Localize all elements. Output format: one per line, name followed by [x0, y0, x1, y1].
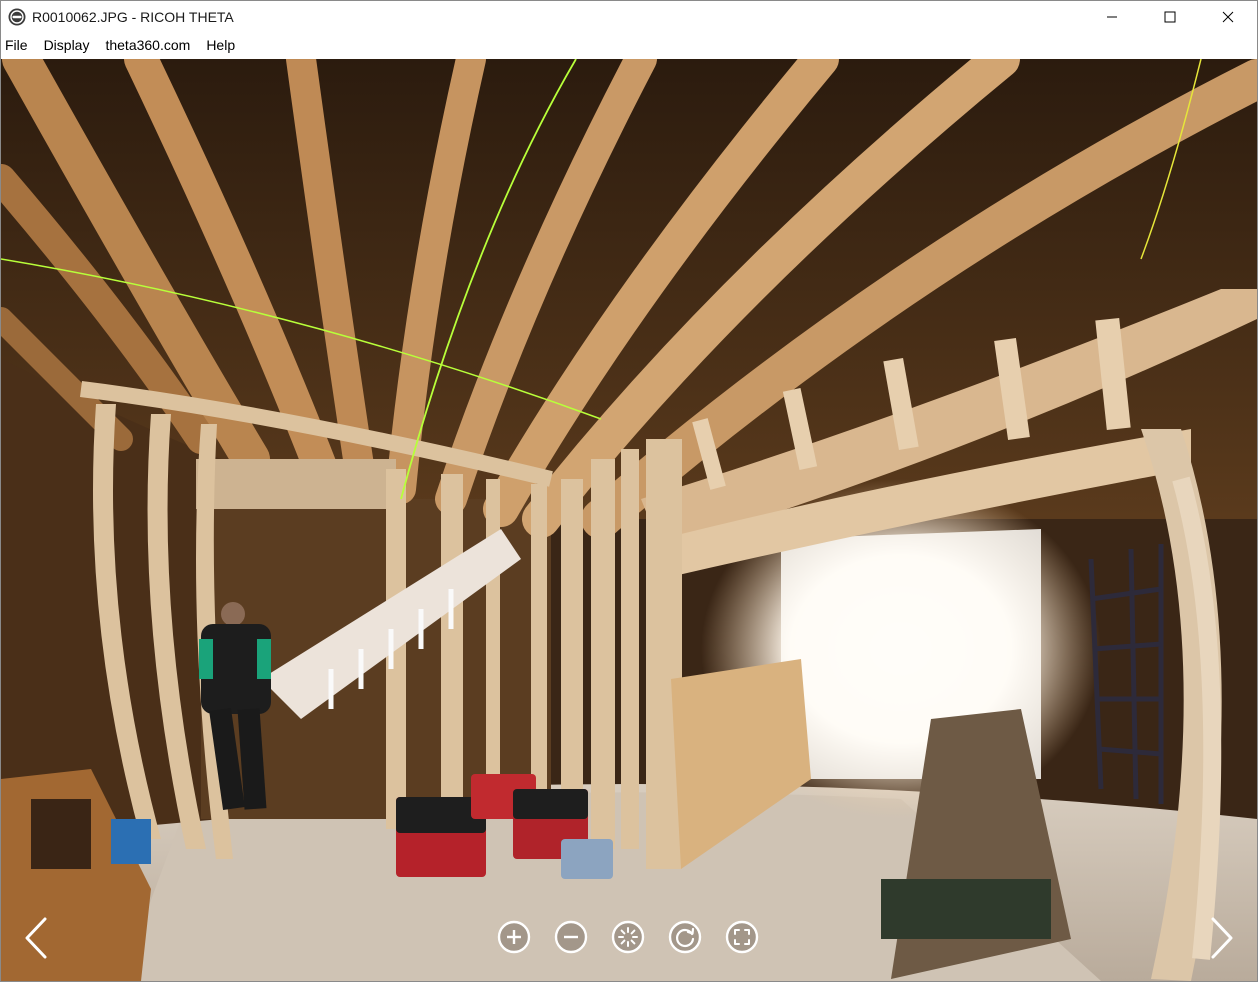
panorama-image[interactable] [1, 59, 1257, 981]
zoom-in-icon [497, 920, 531, 954]
app-window: R0010062.JPG - RICOH THETA File Display … [0, 0, 1258, 982]
viewer-toolbar [497, 920, 759, 956]
auto-rotate-icon [611, 920, 645, 954]
zoom-in-button[interactable] [497, 920, 531, 954]
minimize-icon [1107, 16, 1117, 17]
zoom-out-icon [554, 920, 588, 954]
chevron-right-icon [1211, 917, 1233, 959]
window-title: R0010062.JPG - RICOH THETA [32, 8, 234, 25]
title-bar[interactable]: R0010062.JPG - RICOH THETA [1, 1, 1257, 32]
maximize-icon [1164, 11, 1176, 22]
menu-help[interactable]: Help [198, 32, 243, 59]
close-button[interactable] [1199, 1, 1257, 32]
rotate-icon [668, 920, 702, 954]
fullscreen-button[interactable] [725, 920, 759, 954]
rotate-button[interactable] [668, 920, 702, 954]
close-icon [1222, 11, 1234, 22]
window-controls [1083, 1, 1257, 32]
menu-theta360[interactable]: theta360.com [97, 32, 198, 59]
auto-rotate-button[interactable] [611, 920, 645, 954]
fullscreen-icon [725, 920, 759, 954]
chevron-left-icon [25, 917, 47, 959]
maximize-button[interactable] [1141, 1, 1199, 32]
minimize-button[interactable] [1083, 1, 1141, 32]
next-image-button[interactable] [1207, 915, 1237, 961]
menu-file[interactable]: File [1, 32, 36, 59]
menu-display[interactable]: Display [36, 32, 98, 59]
previous-image-button[interactable] [21, 915, 51, 961]
zoom-out-button[interactable] [554, 920, 588, 954]
panorama-viewer[interactable] [1, 59, 1257, 981]
ricoh-theta-icon [8, 8, 26, 26]
menu-bar: File Display theta360.com Help [1, 32, 1257, 59]
